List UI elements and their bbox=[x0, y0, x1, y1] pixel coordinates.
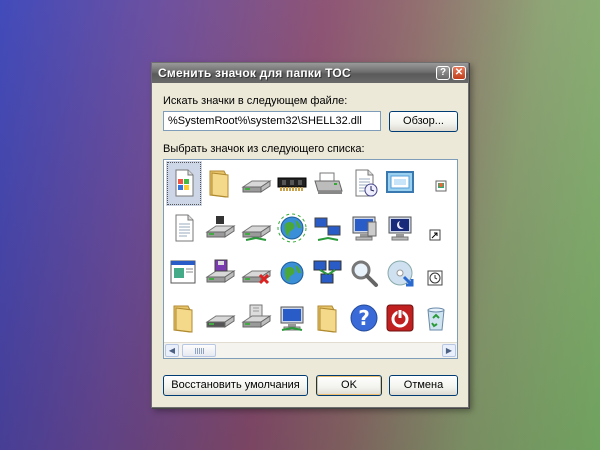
change-icon-dialog: Сменить значок для папки TOC ? ✕ Искать … bbox=[151, 62, 469, 408]
file-label: Искать значки в следующем файле: bbox=[163, 95, 348, 107]
icon-list-label: Выбрать значок из следующего списка: bbox=[163, 143, 365, 155]
scroll-grip bbox=[195, 348, 204, 354]
icon-cell[interactable] bbox=[346, 161, 382, 206]
title-bar[interactable]: Сменить значок для папки TOC ? ✕ bbox=[152, 63, 468, 83]
icon-cell[interactable] bbox=[274, 251, 310, 296]
icon-cell[interactable] bbox=[418, 251, 454, 296]
icon-cell[interactable] bbox=[238, 251, 274, 296]
scroll-left-button[interactable]: ◀ bbox=[165, 344, 179, 357]
close-button[interactable]: ✕ bbox=[452, 66, 466, 80]
icon-cell[interactable] bbox=[346, 251, 382, 296]
icon-cell[interactable] bbox=[418, 206, 454, 251]
scroll-thumb[interactable] bbox=[182, 344, 216, 357]
cancel-button[interactable]: Отмена bbox=[389, 375, 458, 396]
icon-cell[interactable] bbox=[166, 161, 202, 206]
icon-cell[interactable] bbox=[238, 206, 274, 251]
browse-button[interactable]: Обзор... bbox=[389, 111, 458, 132]
icon-cell[interactable] bbox=[274, 161, 310, 206]
icon-cell[interactable] bbox=[310, 251, 346, 296]
icon-cell[interactable] bbox=[418, 161, 454, 206]
icon-cell[interactable] bbox=[166, 251, 202, 296]
restore-defaults-button[interactable]: Восстановить умолчания bbox=[163, 375, 308, 396]
icon-cell[interactable] bbox=[202, 251, 238, 296]
icon-cell[interactable] bbox=[238, 161, 274, 206]
icon-cell[interactable] bbox=[238, 296, 274, 341]
icon-cell[interactable] bbox=[382, 206, 418, 251]
file-path-input[interactable]: %SystemRoot%\system32\SHELL32.dll bbox=[163, 111, 381, 131]
icon-cell[interactable] bbox=[166, 296, 202, 341]
help-button[interactable]: ? bbox=[436, 66, 450, 80]
scroll-right-button[interactable]: ▶ bbox=[442, 344, 456, 357]
icon-grid: ? bbox=[166, 161, 456, 343]
icon-cell[interactable] bbox=[418, 296, 454, 341]
icon-cell[interactable] bbox=[382, 251, 418, 296]
icon-cell[interactable] bbox=[310, 161, 346, 206]
icon-cell[interactable]: ? bbox=[346, 296, 382, 341]
horizontal-scrollbar[interactable]: ◀ ▶ bbox=[164, 342, 457, 358]
icon-cell[interactable] bbox=[310, 206, 346, 251]
icon-cell[interactable] bbox=[166, 206, 202, 251]
icon-list[interactable]: ? ◀ ▶ bbox=[163, 159, 458, 359]
icon-cell[interactable] bbox=[202, 296, 238, 341]
icon-cell[interactable] bbox=[382, 161, 418, 206]
icon-cell[interactable] bbox=[202, 161, 238, 206]
dialog-title: Сменить значок для папки TOC bbox=[158, 66, 351, 80]
ok-button[interactable]: OK bbox=[316, 375, 382, 396]
svg-text:?: ? bbox=[358, 306, 370, 330]
icon-cell[interactable] bbox=[310, 296, 346, 341]
icon-cell[interactable] bbox=[382, 296, 418, 341]
icon-cell[interactable] bbox=[346, 206, 382, 251]
icon-cell[interactable] bbox=[274, 206, 310, 251]
icon-cell[interactable] bbox=[274, 296, 310, 341]
icon-cell[interactable] bbox=[202, 206, 238, 251]
